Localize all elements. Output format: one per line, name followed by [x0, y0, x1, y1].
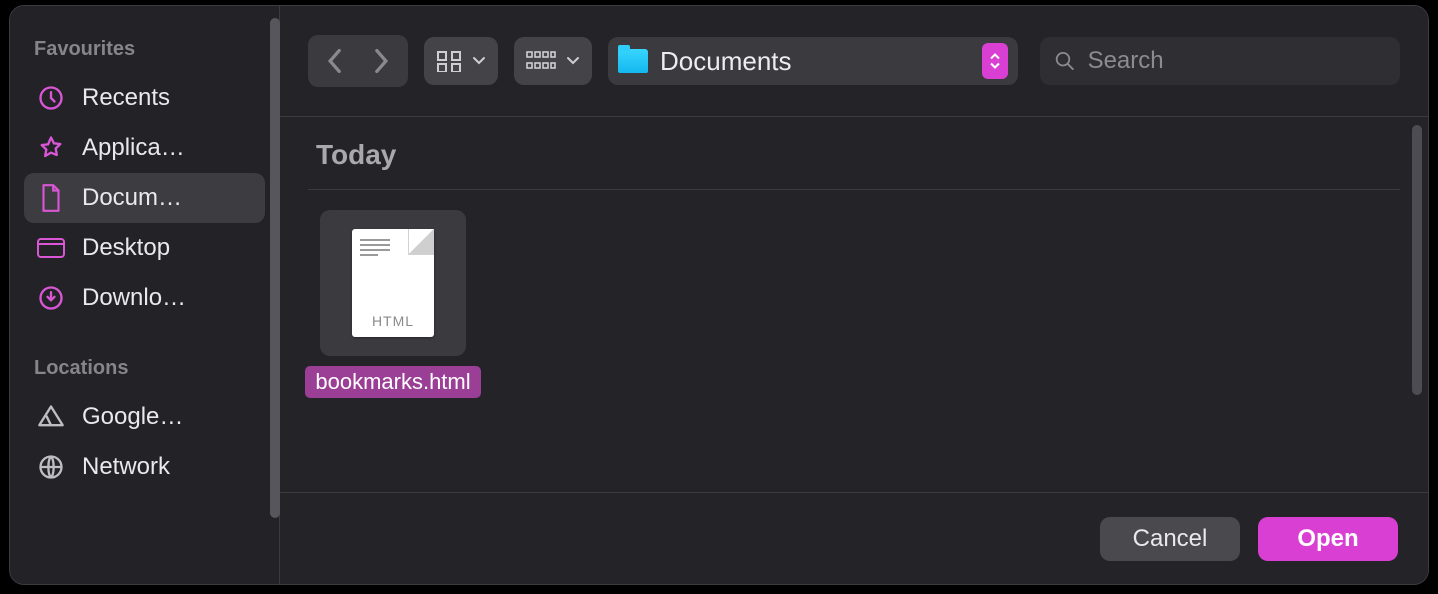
toolbar: Documents	[280, 6, 1428, 116]
sidebar-item-network[interactable]: Network	[24, 442, 265, 492]
sidebar-item-recents[interactable]: Recents	[24, 73, 265, 123]
file-name-label: bookmarks.html	[305, 366, 480, 398]
apps-icon	[36, 133, 66, 163]
search-icon	[1054, 49, 1076, 73]
main-panel: Documents Today	[280, 6, 1428, 584]
search-field[interactable]	[1040, 37, 1400, 85]
sidebar-item-label: Network	[82, 453, 170, 481]
file-ext-label: HTML	[352, 313, 434, 329]
forward-button[interactable]	[360, 39, 404, 83]
download-icon	[36, 283, 66, 313]
document-icon	[36, 183, 66, 213]
grid-icon	[436, 50, 462, 72]
cancel-button[interactable]: Cancel	[1100, 517, 1240, 561]
sidebar-item-google-drive[interactable]: Google…	[24, 392, 265, 442]
sidebar-item-label: Desktop	[82, 234, 170, 262]
sidebar-item-downloads[interactable]: Downlo…	[24, 273, 265, 323]
back-button[interactable]	[312, 39, 356, 83]
sidebar-section-favourites: Favourites	[24, 30, 265, 73]
sidebar: Favourites Recents Applica… Docum… Deskt…	[10, 6, 280, 584]
sidebar-item-label: Recents	[82, 84, 170, 112]
view-icon-mode-button[interactable]	[424, 37, 498, 85]
location-label: Documents	[660, 46, 970, 77]
network-icon	[36, 452, 66, 482]
sidebar-item-label: Docum…	[82, 184, 182, 212]
sidebar-item-label: Downlo…	[82, 284, 186, 312]
search-input[interactable]	[1088, 47, 1386, 75]
clock-icon	[36, 83, 66, 113]
file-item[interactable]: HTML bookmarks.html	[308, 210, 478, 398]
file-area-scrollbar[interactable]	[1412, 125, 1422, 395]
file-thumbnail: HTML	[320, 210, 466, 356]
sidebar-scrollbar[interactable]	[270, 18, 280, 518]
group-icon	[526, 50, 556, 72]
drive-icon	[36, 402, 66, 432]
chevron-down-icon	[566, 56, 580, 66]
view-group-mode-button[interactable]	[514, 37, 592, 85]
group-header-today: Today	[308, 117, 1400, 190]
sidebar-item-desktop[interactable]: Desktop	[24, 223, 265, 273]
updown-arrows-icon	[982, 43, 1008, 79]
file-items-row: HTML bookmarks.html	[308, 190, 1400, 398]
chevron-down-icon	[472, 56, 486, 66]
desktop-icon	[36, 233, 66, 263]
sidebar-item-applications[interactable]: Applica…	[24, 123, 265, 173]
location-popup-button[interactable]: Documents	[608, 37, 1018, 85]
file-browser-area: Today HTML bookmarks.html	[280, 116, 1428, 492]
folder-icon	[618, 49, 648, 73]
open-file-dialog: Favourites Recents Applica… Docum… Deskt…	[10, 6, 1428, 584]
dialog-footer: Cancel Open	[280, 492, 1428, 584]
sidebar-item-label: Google…	[82, 403, 183, 431]
open-button[interactable]: Open	[1258, 517, 1398, 561]
sidebar-item-documents[interactable]: Docum…	[24, 173, 265, 223]
sidebar-item-label: Applica…	[82, 134, 185, 162]
nav-group	[308, 35, 408, 87]
sidebar-section-locations: Locations	[24, 349, 265, 392]
html-file-icon: HTML	[352, 229, 434, 337]
